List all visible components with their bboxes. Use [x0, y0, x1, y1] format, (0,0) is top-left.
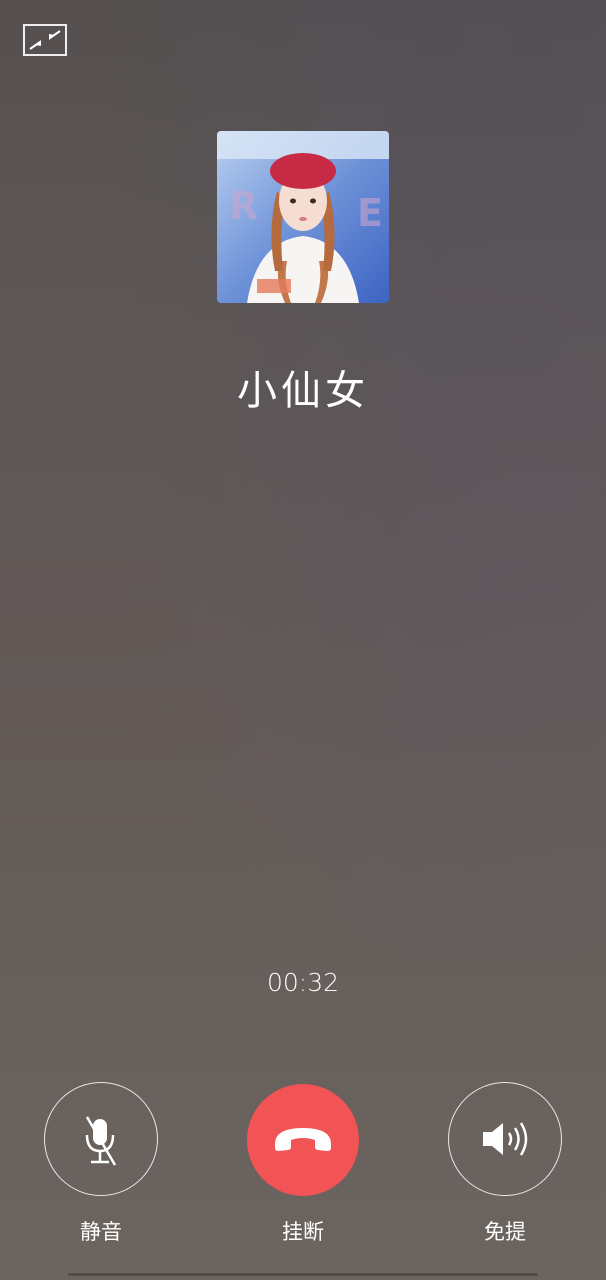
speaker-icon: [483, 1122, 528, 1156]
mute-button[interactable]: [44, 1082, 158, 1196]
hangup-button[interactable]: [247, 1084, 359, 1196]
hangup-label: 挂断: [282, 1220, 324, 1244]
svg-text:E: E: [357, 191, 383, 235]
voice-call-screen: R E 小仙女 00:32 静音 挂断 免提: [0, 0, 606, 1280]
speaker-label: 免提: [484, 1220, 526, 1244]
caller-name: 小仙女: [237, 368, 369, 414]
speaker-button[interactable]: [448, 1082, 562, 1196]
svg-text:R: R: [229, 184, 258, 228]
caller-avatar: R E: [217, 131, 389, 303]
call-duration: 00:32: [266, 968, 340, 997]
home-indicator: [68, 1273, 538, 1276]
phone-hangup-icon: [275, 1128, 331, 1151]
minimize-call-button[interactable]: [23, 24, 67, 56]
microphone-muted-icon: [85, 1116, 117, 1166]
minimize-window-icon: [29, 30, 61, 50]
mute-label: 静音: [80, 1220, 122, 1244]
